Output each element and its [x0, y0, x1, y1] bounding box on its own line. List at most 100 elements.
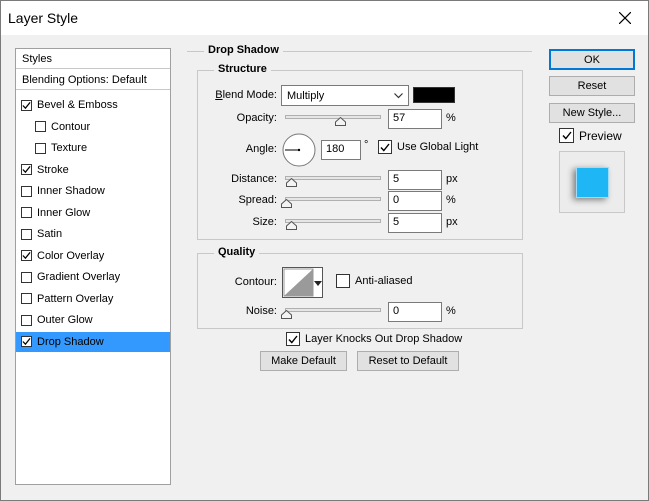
opacity-slider[interactable] [285, 115, 381, 119]
preview-checkbox[interactable]: Preview [559, 128, 622, 143]
spread-input[interactable]: 0 [388, 191, 442, 211]
styles-list: Styles Blending Options: Default Bevel &… [15, 48, 171, 485]
style-item[interactable]: Inner Glow [16, 203, 170, 223]
reset-button[interactable]: Reset [549, 76, 635, 96]
preview-label: Preview [579, 128, 622, 143]
opacity-unit: % [446, 112, 456, 124]
style-item-checkbox[interactable] [21, 271, 32, 283]
style-item-checkbox[interactable] [21, 185, 32, 197]
use-global-light-label: Use Global Light [397, 141, 479, 153]
size-slider-thumb[interactable] [286, 221, 297, 230]
structure-title: Structure [214, 63, 271, 75]
style-item[interactable]: Inner Shadow [16, 181, 170, 201]
distance-input[interactable]: 5 [388, 170, 442, 190]
style-item-checkbox[interactable] [21, 164, 32, 175]
style-item-label: Inner Glow [37, 206, 91, 219]
style-item-checkbox[interactable] [21, 228, 32, 240]
angle-input[interactable]: 180 [321, 140, 361, 160]
anti-aliased-box [336, 274, 350, 288]
noise-slider[interactable] [285, 308, 381, 312]
style-item-checkbox[interactable] [21, 336, 32, 347]
opacity-label: Opacity: [236, 112, 277, 124]
size-unit: px [446, 216, 458, 228]
spread-slider-thumb[interactable] [281, 199, 292, 208]
blend-mode-label: Blend Mode: [215, 89, 277, 101]
size-slider[interactable] [285, 219, 381, 223]
close-icon [619, 12, 631, 24]
ok-label: OK [584, 53, 600, 66]
blend-mode-select[interactable]: Multiply [281, 85, 409, 106]
layer-knocks-out-checkbox[interactable]: Layer Knocks Out Drop Shadow [286, 332, 462, 346]
layer-style-dialog: Layer Style Styles Blending Options: Def… [0, 0, 649, 501]
chevron-down-icon [394, 93, 403, 99]
noise-unit: % [446, 305, 456, 317]
use-global-light-box [378, 140, 392, 154]
blend-color-swatch[interactable] [413, 87, 455, 103]
style-item-label: Outer Glow [37, 314, 93, 326]
preview-swatch [575, 166, 609, 198]
distance-slider-thumb[interactable] [286, 178, 297, 187]
spread-slider[interactable] [285, 197, 381, 201]
close-button[interactable] [602, 1, 648, 35]
angle-label: Angle: [245, 143, 277, 155]
style-item[interactable]: Drop Shadow [16, 331, 170, 352]
reset-label: Reset [577, 80, 607, 92]
reset-to-default-label: Reset to Default [368, 355, 448, 367]
style-item-checkbox[interactable] [35, 121, 46, 132]
contour-dropdown-icon [314, 281, 322, 286]
noise-slider-thumb[interactable] [281, 310, 292, 319]
ok-button[interactable]: OK [549, 49, 635, 70]
contour-picker[interactable] [282, 267, 323, 298]
distance-slider[interactable] [285, 176, 381, 180]
quality-title: Quality [214, 246, 260, 258]
style-item-checkbox[interactable] [35, 142, 46, 154]
style-item-label: Bevel & Emboss [37, 99, 118, 111]
reset-to-default-button[interactable]: Reset to Default [357, 351, 459, 371]
use-global-light-checkbox[interactable]: Use Global Light [378, 140, 478, 154]
style-item-label: Inner Shadow [37, 185, 105, 197]
angle-dial[interactable] [282, 133, 316, 167]
make-default-button[interactable]: Make Default [260, 351, 347, 371]
style-item[interactable]: Satin [16, 224, 170, 244]
style-item-checkbox[interactable] [21, 207, 32, 218]
styles-header[interactable]: Styles [16, 49, 170, 69]
preview-box [559, 128, 574, 143]
style-item-checkbox[interactable] [21, 293, 32, 304]
layer-knocks-out-label: Layer Knocks Out Drop Shadow [305, 333, 463, 345]
window-title: Layer Style [8, 10, 79, 26]
title-bar: Layer Style [1, 1, 648, 35]
style-item[interactable]: Bevel & Emboss [16, 95, 170, 115]
noise-input[interactable]: 0 [388, 302, 442, 322]
opacity-input[interactable]: 57 [388, 109, 442, 129]
style-item-label: Drop Shadow [37, 335, 104, 348]
distance-unit: px [446, 173, 458, 185]
contour-linear-icon [283, 268, 314, 297]
size-input[interactable]: 5 [388, 213, 442, 233]
size-label: Size: [252, 216, 277, 228]
new-style-button[interactable]: New Style... [549, 103, 635, 123]
blend-mode-value: Multiply [287, 89, 325, 102]
style-item[interactable]: Texture [16, 138, 170, 158]
style-item[interactable]: Outer Glow [16, 310, 170, 330]
anti-aliased-checkbox[interactable]: Anti-aliased [336, 274, 412, 288]
blending-options-item[interactable]: Blending Options: Default [16, 70, 170, 90]
contour-label: Contour: [234, 276, 277, 288]
new-style-label: New Style... [562, 107, 622, 119]
style-item-checkbox[interactable] [21, 250, 32, 261]
angle-unit: ° [364, 139, 369, 151]
style-item[interactable]: Contour [16, 117, 170, 137]
anti-aliased-label: Anti-aliased [355, 275, 413, 287]
style-item[interactable]: Pattern Overlay [16, 289, 170, 309]
opacity-slider-thumb[interactable] [334, 117, 346, 126]
style-item[interactable]: Gradient Overlay [16, 267, 170, 287]
style-item-checkbox[interactable] [21, 314, 32, 326]
styles-header-label: Styles [22, 52, 52, 65]
style-item-label: Texture [51, 142, 88, 154]
style-item-checkbox[interactable] [21, 99, 32, 111]
spread-label: Spread: [238, 194, 277, 206]
style-item[interactable]: Stroke [16, 160, 170, 180]
style-item[interactable]: Color Overlay [16, 246, 170, 266]
spread-unit: % [446, 194, 456, 206]
style-preview [559, 151, 625, 213]
make-default-label: Make Default [271, 355, 336, 367]
